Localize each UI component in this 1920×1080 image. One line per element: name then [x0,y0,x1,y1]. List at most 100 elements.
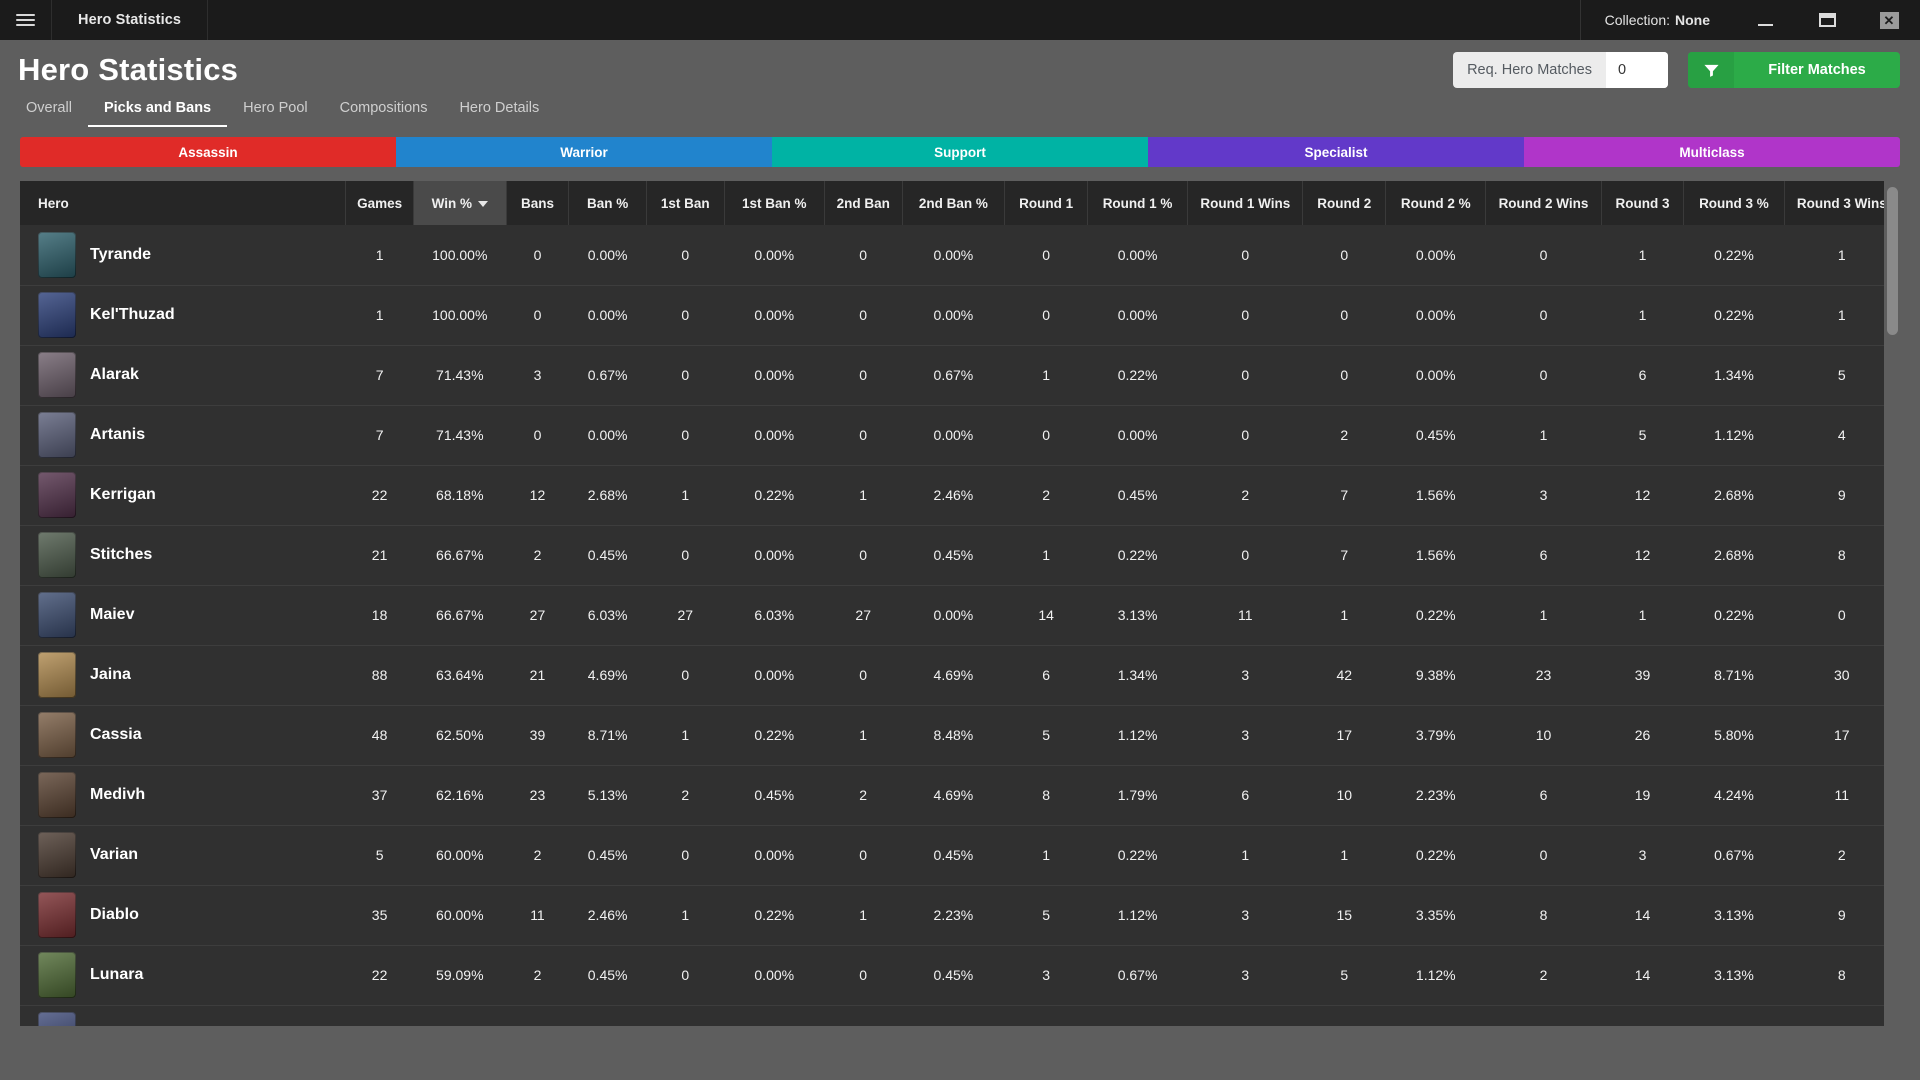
table-row[interactable]: Lunara 22 59.09% 2 0.45% 0 0.00% 0 0.45% 3 0.67% 3 5… [20,945,1900,1005]
table-cell [506,1005,569,1026]
table-cell: 2.68% [1714,547,1754,563]
table-cell: 1.12% [1714,427,1754,443]
maximize-icon [1818,13,1836,27]
table-cell: 0 [681,547,690,563]
table-cell: 0.00% [933,307,974,323]
column-header-round-2-wins[interactable]: Round 2 Wins [1485,181,1602,225]
table-row[interactable] [20,1005,1900,1026]
column-header-win[interactable]: Win % [413,181,507,225]
column-header-games[interactable]: Games [345,181,414,225]
table-row[interactable]: Stitches 21 66.67% 2 0.45% 0 0.00% 0 0.45% 1 0.22%… [20,525,1900,585]
table-cell: 1 [1241,847,1250,863]
column-header-label: Ban % [586,195,629,211]
column-header-1st-ban[interactable]: 1st Ban [646,181,725,225]
column-header-2nd-ban[interactable]: 2nd Ban [824,181,903,225]
table-cell: 4.69% [933,787,974,803]
column-header-hero[interactable]: Hero [20,181,347,225]
table-cell: 27 [677,607,694,623]
tab-picks-and-bans[interactable]: Picks and Bans [87,94,228,127]
table-cell: 3 [533,367,542,383]
hero-portrait [38,472,76,518]
table-cell: 2.46% [587,907,628,923]
minimize-button[interactable] [1734,0,1796,40]
column-header-round-2[interactable]: Round 2 % [1385,181,1487,225]
table-cell: 14 [1634,907,1651,923]
req-hero-matches-input[interactable] [1606,52,1668,88]
column-header-ban[interactable]: Ban % [568,181,647,225]
table-cell: 0.22% [1714,246,1754,263]
column-header-round-1-wins[interactable]: Round 1 Wins [1187,181,1304,225]
table-cell: 0.45% [1415,427,1456,443]
table-cell: 5 [1042,907,1050,923]
table-cell: 0.00% [754,367,795,383]
tab-compositions[interactable]: Compositions [324,94,444,127]
close-button[interactable]: ✕ [1858,0,1920,40]
table-cell: 27 [855,607,871,623]
column-header-round-2[interactable]: Round 2 [1302,181,1387,225]
table-row[interactable]: Kel'Thuzad 1 100.00% 0 0.00% 0 0.00% 0 0.00% 0 0.0… [20,285,1900,345]
table-row[interactable]: Maiev 18 66.67% 27 6.03% 27 6.03% 27 0.00% 14 3.13… [20,585,1900,645]
table-cell: 0.22% [1117,367,1158,383]
hero-name: Medivh [90,786,146,803]
column-header-label: Round 3 [1615,195,1670,211]
table-row[interactable]: Kerrigan 22 68.18% 12 2.68% 1 0.22% 1 2.46% 2 0.45… [20,465,1900,525]
tab-hero-details[interactable]: Hero Details [443,94,555,127]
table-row[interactable]: Diablo 35 60.00% 11 2.46% 1 0.22% 1 2.23% 5 1.12% 3… [20,885,1900,945]
table-row[interactable]: Varian 5 60.00% 2 0.45% 0 0.00% 0 0.45% 1 0.22% 1 1 0… [20,825,1900,885]
table-cell: 0 [1241,307,1250,323]
table-row[interactable]: Artanis 7 71.43% 0 0.00% 0 0.00% 0 0.00% 0 0.00% 0 2… [20,405,1900,465]
role-tab-multiclass[interactable]: Multiclass [1524,137,1900,167]
role-tab-assassin[interactable]: Assassin [20,137,396,167]
scrollbar-thumb[interactable] [1887,187,1898,335]
vertical-scrollbar[interactable] [1884,181,1900,1026]
column-header-round-3[interactable]: Round 3 [1601,181,1685,225]
table-cell: 100.00% [432,307,488,323]
tab-overall[interactable]: Overall [18,94,88,127]
table-cell: 42 [1336,667,1353,683]
table-cell: 35 [371,907,388,923]
hero-cell: Stitches [20,525,346,585]
filter-matches-button[interactable]: Filter Matches [1688,52,1900,88]
column-header-1st-ban[interactable]: 1st Ban % [724,181,825,225]
table-cell: 1.56% [1415,487,1456,503]
table-cell: 0 [681,307,690,323]
table-row[interactable]: Cassia 48 62.50% 39 8.71% 1 0.22% 1 8.48% 5 1.12% 3… [20,705,1900,765]
column-header-2nd-ban[interactable]: 2nd Ban % [902,181,1006,225]
column-header-round-1[interactable]: Round 1 % [1087,181,1189,225]
column-header-label: 2nd Ban % [918,195,988,211]
table-cell: 6.03% [587,607,628,623]
menu-button[interactable] [0,0,52,40]
maximize-button[interactable] [1796,0,1858,40]
column-header-round-3[interactable]: Round 3 % [1683,181,1785,225]
table-cell: 3 [1042,967,1050,983]
role-tab-support[interactable]: Support [772,137,1148,167]
tab-hero-pool[interactable]: Hero Pool [227,94,323,127]
role-tab-warrior[interactable]: Warrior [396,137,772,167]
table-cell: 3 [1638,847,1647,863]
hero-cell: Cassia [20,705,346,765]
table-cell: 0 [533,307,542,323]
table-cell: 0.22% [1714,607,1754,623]
table-cell: 0.22% [754,727,795,743]
table-cell: 0.22% [1714,307,1754,323]
table-cell: 30 [1833,667,1850,683]
collection-indicator[interactable]: Collection: None [1579,0,1734,40]
table-row[interactable]: Alarak 7 71.43% 3 0.67% 0 0.00% 0 0.67% 1 0.22% 0 0 0… [20,345,1900,405]
column-header-round-3-wins[interactable]: Round 3 Wins [1784,181,1900,225]
table-cell: 0.00% [587,246,628,263]
table-cell: 0 [1241,427,1250,443]
table-row[interactable]: Medivh 37 62.16% 23 5.13% 2 0.45% 2 4.69% 8 1.79% 6… [20,765,1900,825]
table-cell: 1.34% [1117,667,1158,683]
table-row[interactable]: Jaina 88 63.64% 21 4.69% 0 0.00% 0 4.69% 6 1.34% 3 4… [20,645,1900,705]
table-row[interactable]: Tyrande 1 100.00% 0 0.00% 0 0.00% 0 0.00% 0 0.00% 0… [20,225,1900,285]
table-cell: 62.16% [436,787,484,803]
table-cell [824,1005,902,1026]
sort-descending-icon [477,200,488,207]
table-cell: 8 [1539,907,1548,923]
hero-cell: Kel'Thuzad [20,285,346,345]
hero-cell: Varian [20,825,346,885]
column-header-bans[interactable]: Bans [506,181,570,225]
table-cell: 2.23% [1415,787,1456,803]
role-tab-specialist[interactable]: Specialist [1148,137,1524,167]
column-header-round-1[interactable]: Round 1 [1004,181,1088,225]
